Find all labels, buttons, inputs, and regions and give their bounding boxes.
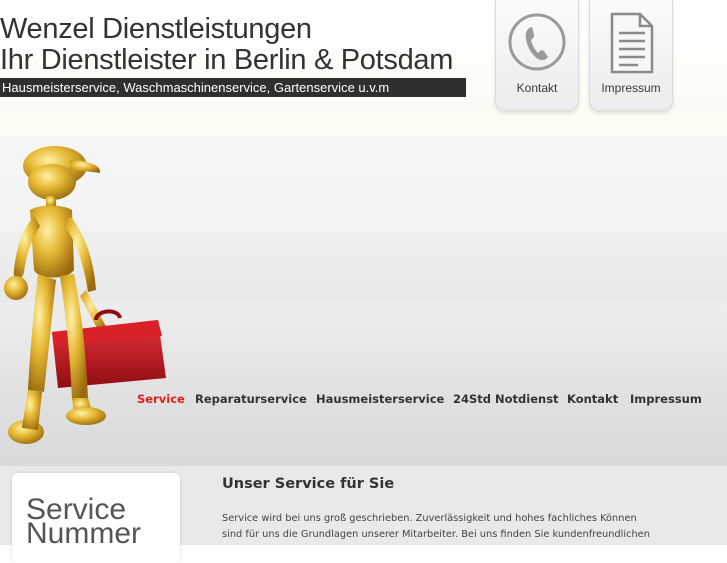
content-heading: Unser Service für Sie [222,476,395,492]
impressum-button[interactable]: Impressum [589,0,673,111]
impressum-button-label: Impressum [601,81,661,95]
phone-icon [508,13,566,71]
nav-item-reparaturservice[interactable]: Reparaturservice [195,392,307,406]
site-title-line1: Wenzel Dienstleistungen [0,13,312,45]
tagline: Hausmeisterservice, Waschmaschinenservic… [2,80,390,95]
site-title-line2: Ihr Dienstleister in Berlin & Potsdam [0,44,454,76]
content-text: Service wird bei uns groß geschrieben. Z… [222,511,672,543]
content-text-line2: sind für uns die Grundlagen unserer Mita… [222,529,650,540]
content-text-line1: Service wird bei uns groß geschrieben. Z… [222,513,637,524]
header-band [0,108,727,136]
nav-item-hausmeisterservice[interactable]: Hausmeisterservice [316,392,444,406]
nav-item-service[interactable]: Service [137,392,185,406]
nav-item-24std-notdienst[interactable]: 24Std Notdienst [453,392,559,406]
document-icon [610,12,654,74]
kontakt-button-label: Kontakt [516,81,558,95]
kontakt-button[interactable]: Kontakt [495,0,579,111]
nav-item-impressum[interactable]: Impressum [630,392,702,406]
service-number-box: Service Nummer [12,473,180,563]
site-title: Wenzel Dienstleistungen Ihr Dienstleiste… [0,14,453,76]
nav-item-kontakt[interactable]: Kontakt [567,392,618,406]
tagline-bar: Hausmeisterservice, Waschmaschinenservic… [0,78,466,97]
